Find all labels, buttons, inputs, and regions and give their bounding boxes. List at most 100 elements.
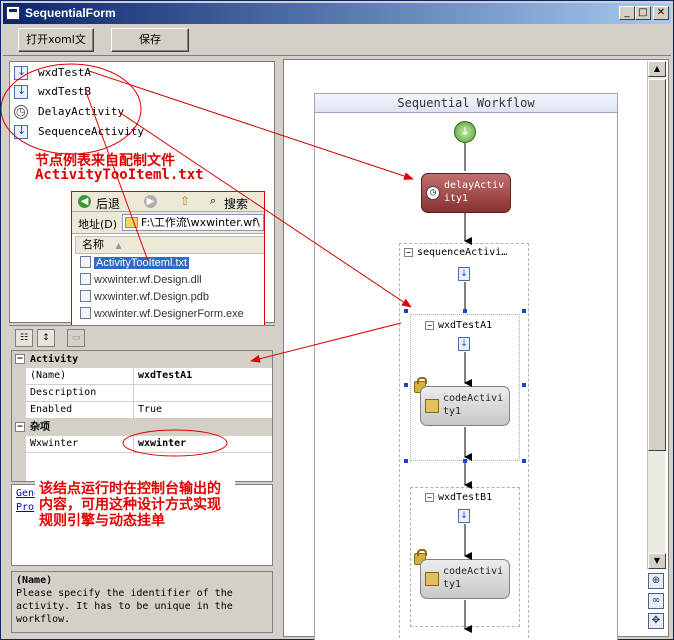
property-key: (Name) bbox=[30, 368, 134, 385]
search-label[interactable]: 搜索 bbox=[224, 195, 248, 212]
group-title-label: wxdTestB1 bbox=[438, 492, 493, 503]
categorized-view-icon[interactable]: ☷ bbox=[15, 329, 33, 347]
drop-target-icon: ↓ bbox=[458, 509, 470, 523]
property-row-wxwinter[interactable]: Wxwinter wxwinter bbox=[12, 436, 272, 453]
workflow-start-icon: ↓ bbox=[454, 121, 476, 143]
toolbox-item-label: DelayActivity bbox=[38, 105, 125, 118]
group-wxdtestb1[interactable] bbox=[410, 487, 520, 627]
activity-label: codeActivity1 bbox=[443, 393, 504, 417]
window-title: SequentialForm bbox=[25, 6, 116, 20]
clock-icon: ◷ bbox=[426, 186, 440, 200]
text-file-icon bbox=[80, 256, 91, 268]
file-row[interactable]: ActivityTooIteml.txt bbox=[80, 256, 190, 272]
category-activity[interactable]: − Activity bbox=[12, 351, 272, 368]
file-row[interactable]: wxwinter.wf.DesignerForm.exe bbox=[80, 307, 244, 323]
pan-icon[interactable]: ✥ bbox=[648, 613, 664, 629]
category-misc[interactable]: − 杂项 bbox=[12, 419, 272, 436]
property-row-enabled[interactable]: Enabled True bbox=[12, 402, 272, 419]
column-header-name[interactable]: 名称 ▲ bbox=[75, 236, 264, 254]
code-icon bbox=[425, 572, 439, 586]
category-label: Activity bbox=[30, 354, 79, 365]
sort-arrow-icon: ▲ bbox=[115, 241, 122, 250]
annotation-console-output: 该结点运行时在控制台输出的内容，可用这种设计方式实现规则引擎与动态挂单 bbox=[35, 479, 235, 549]
back-arrow-icon[interactable]: ◀ bbox=[78, 195, 91, 208]
collapse-icon[interactable]: − bbox=[15, 354, 25, 364]
main-window: SequentialForm _ □ ✕ 打开xoml文 保存 wxdTestA… bbox=[0, 0, 674, 640]
designer-vertical-scrollbar[interactable]: ▲ ▼ bbox=[647, 61, 666, 569]
save-button[interactable]: 保存 bbox=[111, 28, 189, 52]
forward-arrow-icon[interactable]: ▶ bbox=[144, 195, 157, 208]
address-value: F:\工作流\wxwinter.wf\ bbox=[141, 216, 260, 229]
activity-label: delayActivity1 bbox=[444, 180, 505, 204]
code-activity-shape[interactable]: codeActivity1 bbox=[420, 386, 510, 426]
property-key: Description bbox=[30, 385, 134, 402]
property-value[interactable]: True bbox=[138, 402, 162, 418]
minimize-button[interactable]: _ bbox=[619, 6, 635, 20]
group-title-label: wxdTestA1 bbox=[438, 320, 493, 331]
annotation-list-source-line2: ActivityTooIteml.txt bbox=[35, 167, 204, 183]
activity-label: codeActivity1 bbox=[443, 566, 504, 590]
property-row-name[interactable]: (Name) wxdTestA1 bbox=[12, 368, 272, 385]
collapse-icon[interactable]: − bbox=[425, 321, 434, 330]
code-icon bbox=[425, 399, 439, 413]
help-title: (Name) bbox=[16, 575, 53, 586]
address-input[interactable]: F:\工作流\wxwinter.wf\ bbox=[122, 214, 264, 231]
activity-icon bbox=[14, 65, 28, 80]
clock-icon bbox=[14, 105, 28, 119]
drop-target-icon: ↓ bbox=[458, 337, 470, 351]
binoculars-icon[interactable]: ∞ bbox=[648, 593, 664, 609]
pdb-file-icon bbox=[80, 290, 91, 302]
file-name: wxwinter.wf.Design.dll bbox=[94, 274, 202, 286]
close-button[interactable]: ✕ bbox=[653, 6, 669, 20]
alphabetical-sort-icon[interactable]: ↕ bbox=[37, 329, 55, 347]
property-value[interactable]: wxdTestA1 bbox=[138, 368, 192, 384]
explorer-nav-bar: ◀ 后退 ▶ ⇧ ⌕ 搜索 bbox=[72, 192, 264, 212]
drop-target-icon: ↓ bbox=[458, 267, 470, 281]
property-grid-toolbar: ☷ ↕ ▭ bbox=[9, 325, 275, 349]
title-bar[interactable]: SequentialForm _ □ ✕ bbox=[3, 3, 671, 24]
sequence-activity-title[interactable]: − sequenceActivi… bbox=[404, 247, 507, 258]
search-icon[interactable]: ⌕ bbox=[210, 194, 216, 208]
open-xoml-button[interactable]: 打开xoml文 bbox=[18, 28, 94, 52]
property-row-description[interactable]: Description bbox=[12, 385, 272, 402]
maximize-button[interactable]: □ bbox=[635, 6, 651, 20]
collapse-icon[interactable]: − bbox=[404, 248, 413, 257]
file-row[interactable]: wxwinter.wf.Design.pdb bbox=[80, 290, 209, 306]
address-label: 地址(D) bbox=[78, 218, 118, 231]
back-label[interactable]: 后退 bbox=[96, 195, 120, 212]
delay-activity-shape[interactable]: ◷ delayActivity1 bbox=[421, 173, 511, 213]
activity-icon bbox=[14, 84, 28, 99]
column-name-label: 名称 bbox=[82, 238, 104, 251]
help-description: Please specify the identifier of the act… bbox=[16, 588, 233, 625]
toolbox-item-label: wxdTestB bbox=[38, 85, 91, 98]
property-help-panel: (Name) Please specify the identifier of … bbox=[11, 571, 273, 633]
explorer-address-bar: 地址(D) F:\工作流\wxwinter.wf\ bbox=[72, 212, 264, 234]
property-pages-icon[interactable]: ▭ bbox=[67, 329, 85, 347]
file-row[interactable]: wxwinter.wf.Design.dll bbox=[80, 273, 202, 289]
property-key: Enabled bbox=[30, 402, 134, 419]
scroll-thumb[interactable] bbox=[648, 79, 666, 451]
scroll-down-arrow[interactable]: ▼ bbox=[648, 553, 666, 569]
zoom-icon[interactable]: ⊕ bbox=[648, 573, 664, 589]
file-name: ActivityTooIteml.txt bbox=[94, 257, 190, 269]
property-value[interactable]: wxwinter bbox=[138, 436, 186, 452]
designer-nav-icons: ⊕ ∞ ✥ bbox=[647, 571, 665, 633]
collapse-icon[interactable]: − bbox=[425, 493, 434, 502]
sequence-activity-label: sequenceActivi… bbox=[417, 247, 508, 258]
category-label: 杂项 bbox=[30, 422, 50, 433]
group-title[interactable]: − wxdTestA1 bbox=[425, 320, 492, 331]
collapse-icon[interactable]: − bbox=[15, 422, 25, 432]
panel-splitter[interactable] bbox=[277, 59, 281, 639]
folder-up-icon[interactable]: ⇧ bbox=[180, 194, 190, 208]
exe-file-icon bbox=[80, 307, 91, 319]
toolbox-item-label: wxdTestA bbox=[38, 66, 91, 79]
activity-icon bbox=[14, 124, 28, 139]
folder-icon bbox=[125, 217, 138, 228]
file-explorer-snippet: ◀ 后退 ▶ ⇧ ⌕ 搜索 地址(D) F:\工作流\wxwinter.wf\ … bbox=[71, 191, 265, 329]
scroll-up-arrow[interactable]: ▲ bbox=[648, 61, 666, 77]
code-activity-shape[interactable]: codeActivity1 bbox=[420, 559, 510, 599]
property-grid: − Activity (Name) wxdTestA1 Description … bbox=[11, 350, 273, 482]
group-title[interactable]: − wxdTestB1 bbox=[425, 492, 492, 503]
app-icon bbox=[6, 6, 20, 20]
workflow-header: Sequential Workflow bbox=[314, 93, 618, 113]
